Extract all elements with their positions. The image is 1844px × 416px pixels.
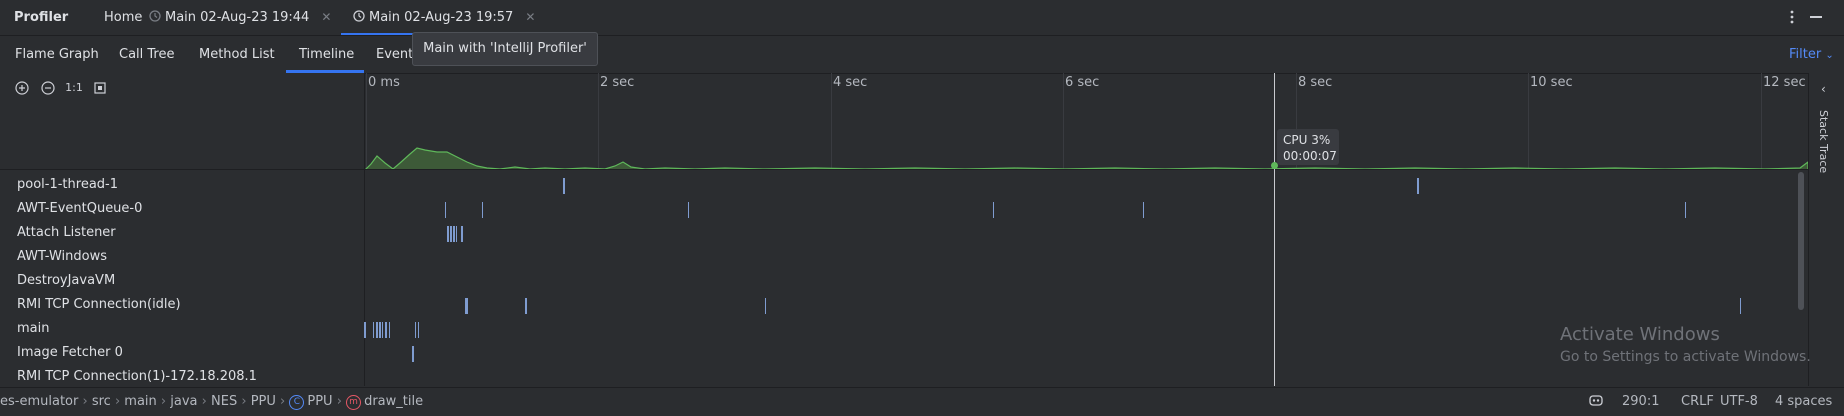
zoom-out-icon[interactable] (40, 80, 56, 96)
chevron-right-icon: › (280, 394, 290, 409)
breadcrumb-item[interactable]: es-emulator (0, 394, 78, 409)
thread-row-label[interactable]: main (17, 321, 49, 336)
cpu-usage-graph[interactable] (365, 130, 1808, 170)
status-bar: es-emulator › src › main › java › NES › … (0, 387, 1844, 416)
thread-row-label[interactable]: AWT-Windows (17, 249, 107, 264)
zoom-in-icon[interactable] (14, 80, 30, 96)
file-encoding[interactable]: UTF-8 (1720, 388, 1758, 415)
close-icon[interactable]: ✕ (321, 10, 331, 24)
close-icon[interactable]: ✕ (525, 10, 535, 24)
copilot-icon[interactable] (1588, 388, 1604, 415)
tick-label: 4 sec (833, 75, 868, 90)
breadcrumb-class[interactable]: C PPU (289, 394, 333, 410)
chevron-right-icon: › (82, 394, 92, 409)
filter-button[interactable]: Filter ⌄ (1789, 36, 1834, 73)
caret-position[interactable]: 290:1 (1622, 388, 1659, 415)
tab-label: Main 02-Aug-23 19:44 (165, 10, 310, 25)
breadcrumb-item[interactable]: NES (211, 394, 237, 409)
thread-row-label[interactable]: Attach Listener (17, 225, 116, 240)
cpu-percent: CPU 3% (1283, 133, 1331, 147)
thread-row-label[interactable]: RMI TCP Connection(idle) (17, 297, 181, 312)
profiler-snapshot-icon (353, 10, 365, 22)
breadcrumb-method[interactable]: m draw_tile (346, 394, 424, 410)
profiler-snapshot-icon (149, 10, 161, 22)
fit-screen-icon[interactable] (92, 80, 108, 96)
chevron-right-icon: › (201, 394, 211, 409)
time-cursor[interactable] (1274, 73, 1275, 386)
tab-flame-graph[interactable]: Flame Graph (15, 36, 99, 73)
tick-label: 0 ms (368, 75, 400, 90)
thread-row-label[interactable]: AWT-EventQueue-0 (17, 201, 142, 216)
thread-row-label[interactable]: RMI TCP Connection(1)-172.18.208.1 (17, 369, 257, 384)
chevron-right-icon: › (114, 394, 125, 409)
stack-trace-toggle[interactable]: Stack Trace (1814, 110, 1834, 190)
line-endings[interactable]: CRLF (1681, 388, 1714, 415)
method-icon: m (346, 395, 362, 410)
tab-events[interactable]: Event (376, 36, 413, 73)
indent-settings[interactable]: 4 spaces (1775, 388, 1832, 415)
tab-home-label: Home (104, 10, 143, 25)
chevron-right-icon: › (336, 394, 347, 409)
breadcrumb-item: draw_tile (364, 394, 424, 409)
tab-main-1944[interactable]: Main 02-Aug-23 19:44 ✕ (149, 0, 331, 35)
zoom-reset-button[interactable]: 1:1 (64, 80, 84, 96)
tab-call-tree[interactable]: Call Tree (119, 36, 175, 73)
kebab-icon[interactable] (1784, 8, 1800, 26)
tab-main-1957[interactable]: Main 02-Aug-23 19:57 ✕ (353, 0, 535, 35)
chevron-down-icon: ⌄ (1825, 50, 1834, 61)
watermark-title: Activate Windows (1560, 324, 1720, 345)
activate-windows-watermark: Activate Windows Go to Settings to activ… (1560, 324, 1811, 365)
breadcrumb-item[interactable]: main (124, 394, 156, 409)
tab-timeline[interactable]: Timeline (299, 36, 354, 73)
tick-label: 2 sec (600, 75, 635, 90)
title-bar: Profiler Home Main 02-Aug-23 19:44 ✕ Main… (0, 0, 1844, 36)
stack-trace-label: Stack Trace (1817, 110, 1830, 174)
vertical-scrollbar[interactable] (1798, 172, 1804, 310)
chevron-left-icon[interactable]: ‹ (1821, 82, 1826, 96)
profiler-view-tabs: Flame Graph Call Tree Method List Timeli… (0, 36, 1844, 73)
breadcrumb-item[interactable]: src (92, 394, 111, 409)
tick-label: 12 sec (1763, 75, 1806, 90)
filter-label: Filter (1789, 47, 1822, 62)
thread-row-label[interactable]: pool-1-thread-1 (17, 177, 118, 192)
tab-home[interactable]: Home (104, 0, 142, 35)
tick-label: 10 sec (1530, 75, 1573, 90)
app-title: Profiler (14, 10, 69, 25)
chevron-right-icon: › (160, 394, 171, 409)
breadcrumb-item[interactable]: PPU (251, 394, 276, 409)
breadcrumb: es-emulator › src › main › java › NES › … (0, 388, 423, 415)
tick-label: 6 sec (1065, 75, 1100, 90)
breadcrumb-item[interactable]: java (170, 394, 197, 409)
tick-label: 8 sec (1298, 75, 1333, 90)
minimize-icon[interactable] (1810, 16, 1822, 18)
tab-method-list[interactable]: Method List (199, 36, 275, 73)
cpu-time: 00:00:07 (1283, 149, 1337, 163)
breadcrumb-item: PPU (307, 394, 333, 409)
thread-row-label[interactable]: DestroyJavaVM (17, 273, 115, 288)
tab-label: Main 02-Aug-23 19:57 (369, 10, 514, 25)
watermark-subtitle: Go to Settings to activate Windows. (1560, 349, 1811, 365)
chevron-right-icon: › (241, 394, 251, 409)
tab-tooltip: Main with 'IntelliJ Profiler' (412, 32, 598, 66)
class-icon: C (289, 395, 305, 410)
cpu-tooltip: CPU 3% 00:00:07 (1277, 129, 1339, 165)
thread-row-label[interactable]: Image Fetcher 0 (17, 345, 123, 360)
